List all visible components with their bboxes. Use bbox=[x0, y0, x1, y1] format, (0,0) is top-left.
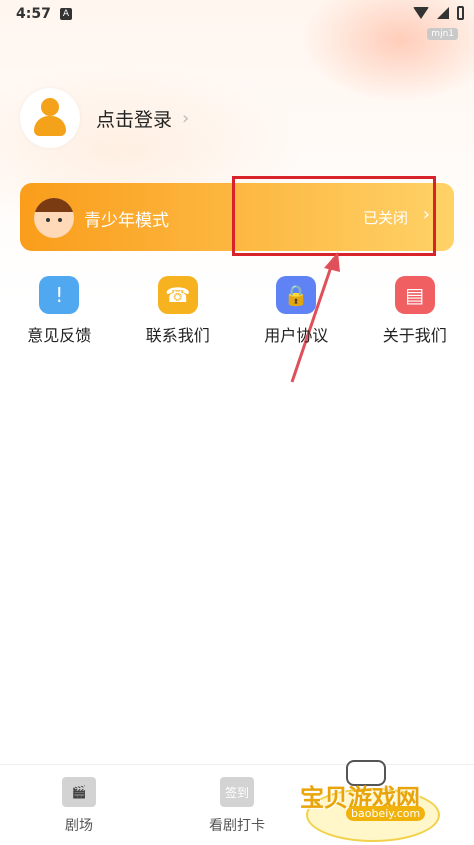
clapperboard-icon: 🎬 bbox=[62, 777, 96, 807]
quick-action-agreement[interactable]: 🔒 用户协议 bbox=[241, 276, 351, 346]
quick-action-feedback[interactable]: ! 意见反馈 bbox=[4, 276, 114, 346]
nav-item-checkin[interactable]: 签到 看剧打卡 bbox=[172, 765, 302, 845]
annotation-arrow bbox=[290, 252, 340, 383]
watermark-logo: 宝贝游戏网 baobeiy.com bbox=[296, 760, 446, 842]
nav-item-theater[interactable]: 🎬 剧场 bbox=[14, 765, 144, 845]
lock-icon: 🔒 bbox=[276, 276, 317, 314]
phone-icon: ☎ bbox=[157, 276, 198, 314]
nav-label: 剧场 bbox=[65, 818, 93, 834]
quick-action-label: 关于我们 bbox=[382, 326, 447, 345]
nav-label: 看剧打卡 bbox=[209, 818, 265, 834]
quick-action-label: 意见反馈 bbox=[27, 326, 92, 345]
checkin-icon: 签到 bbox=[220, 777, 254, 807]
quick-action-label: 用户协议 bbox=[264, 326, 329, 345]
quick-actions: ! 意见反馈 ☎ 联系我们 🔒 用户协议 ▤ 关于我们 bbox=[0, 276, 474, 346]
feedback-icon: ! bbox=[39, 276, 80, 314]
quick-action-label: 联系我们 bbox=[145, 326, 210, 345]
book-icon: ▤ bbox=[394, 276, 435, 314]
quick-action-about[interactable]: ▤ 关于我们 bbox=[360, 276, 470, 346]
watermark-url: baobeiy.com bbox=[346, 806, 426, 821]
quick-action-contact[interactable]: ☎ 联系我们 bbox=[123, 276, 233, 346]
